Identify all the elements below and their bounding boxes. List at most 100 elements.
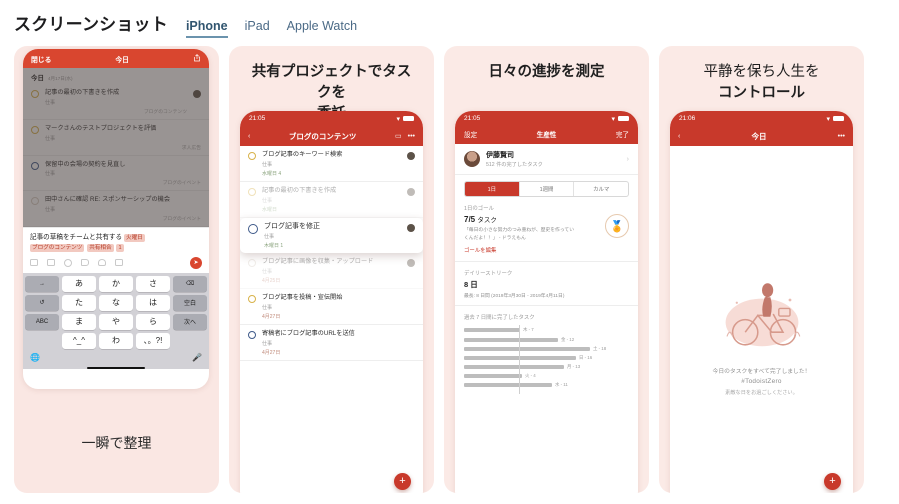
day-header-main: 今日 — [31, 75, 44, 82]
chart-bar-row: 土 - 18 — [464, 346, 629, 352]
task-title: 記事の最初の下書きを作成 — [262, 186, 337, 194]
add-task-button[interactable]: + — [824, 473, 841, 490]
card3-caption-line1: 日々の進捗を測定 — [488, 64, 605, 80]
phone3-navbar: 設定 生産性 完了 — [455, 126, 638, 144]
chip-priority[interactable]: 1 — [116, 243, 124, 253]
comment-icon[interactable]: ▭ — [395, 132, 402, 140]
daily-goal-row: 7/5 タスク 「毎日の小さな努力のつみ重ねが、歴史を作っていくんだよ！！」 -… — [455, 212, 638, 242]
calendar-icon[interactable] — [30, 259, 38, 267]
chip-project[interactable]: ブログのコンテンツ — [30, 243, 85, 253]
period-segmented-control[interactable]: 1日 1週間 カルマ — [464, 181, 629, 197]
avatar — [407, 152, 415, 160]
key-undo[interactable]: ↺ — [25, 294, 59, 311]
navbar-title: 生産性 — [536, 132, 557, 139]
composer-text: 記事の草稿をチームと共有する — [30, 234, 123, 241]
key-abc[interactable]: ABC — [25, 313, 59, 330]
key-na[interactable]: な — [99, 294, 133, 311]
mic-icon[interactable]: 🎤 — [192, 353, 202, 362]
share-icon[interactable] — [193, 53, 201, 64]
settings-button[interactable]: 設定 — [464, 129, 477, 139]
chart-bar — [464, 346, 590, 351]
key-sa[interactable]: さ — [136, 275, 170, 292]
table-row[interactable]: ブログ記事を投稿・宣伝開始 仕事 4月27日 — [240, 289, 423, 325]
screenshot-card-4[interactable]: 平静を保ち人生を コントロール 21:06 ▾ ‹ 今日 ••• 今日のタスクを… — [659, 46, 864, 493]
quick-add-composer[interactable]: 記事の草稿をチームと共有する 火曜日 ブログのコンテンツ 共有相合 1 ➤ — [23, 227, 209, 273]
key-ya[interactable]: や — [99, 313, 133, 330]
key-ra[interactable]: ら — [136, 313, 170, 330]
send-icon[interactable]: ➤ — [190, 256, 202, 269]
key-ha[interactable]: は — [136, 294, 170, 311]
key-emoji[interactable]: ^_^ — [62, 332, 96, 349]
segment-karma[interactable]: カルマ — [574, 182, 628, 196]
chip-assignee[interactable]: 共有相合 — [87, 243, 114, 253]
checkbox-circle-icon[interactable] — [31, 90, 39, 98]
edit-goal-link[interactable]: ゴールを編集 — [455, 242, 638, 263]
checkbox-circle-icon[interactable] — [248, 152, 256, 160]
table-row[interactable]: 記事の最初の下書きを作成 仕事 水曜日 — [240, 182, 423, 218]
streak-longest: 最長: 8 日間 (2019年3月30日 - 2019年4月11日) — [455, 290, 638, 307]
checkbox-circle-icon[interactable] — [248, 187, 256, 196]
more-icon[interactable]: ••• — [838, 133, 845, 140]
key-ma[interactable]: ま — [62, 313, 96, 330]
back-icon[interactable]: ‹ — [678, 133, 680, 140]
status-bar: 21:05 ▾ — [240, 111, 423, 126]
key-wa[interactable]: わ — [99, 332, 133, 349]
done-button[interactable]: 完了 — [616, 129, 629, 139]
key-ta[interactable]: た — [62, 294, 96, 311]
table-row[interactable]: 保留中の会場の契約を見直し 仕事 ブログのイベント — [23, 156, 209, 192]
checkbox-circle-icon[interactable] — [31, 161, 39, 170]
globe-icon[interactable]: 🌐 — [30, 353, 40, 362]
key-punct[interactable]: 、。?! — [136, 332, 170, 349]
wifi-icon: ▾ — [396, 115, 400, 123]
back-icon[interactable]: ‹ — [248, 133, 250, 140]
table-row[interactable]: ブログ記事のキーワード検索 仕事 水曜日 4 — [240, 146, 423, 182]
screenshot-card-1[interactable]: 閉じる 今日 今日 4月17日(水) 記事の最初の下書きを作成 仕事 ブログのコ… — [14, 46, 219, 493]
task-title: ブログ記事を投稿・宣伝開始 — [262, 294, 343, 301]
daily-goal-label: 1日のゴール — [464, 206, 494, 212]
table-row[interactable]: マークさんのテストプロジェクトを評価 仕事 求人広告 — [23, 120, 209, 156]
tab-iphone[interactable]: iPhone — [185, 19, 228, 38]
chip-due-date[interactable]: 火曜日 — [123, 234, 145, 243]
checkbox-circle-icon[interactable] — [248, 223, 258, 234]
screenshot-card-3[interactable]: 日々の進捗を測定 21:05 ▾ 設定 生産性 完了 伊藤賢司 512 件の完了… — [444, 46, 649, 493]
japanese-keyboard[interactable]: → あ か さ ⌫ ↺ た な は 空白 ABC ま や ら 次へ ^_^ わ … — [23, 272, 209, 369]
close-button[interactable]: 閉じる — [31, 54, 51, 64]
table-row[interactable]: ブログ記事に画像を収集・アップロード 仕事 4月25日 — [240, 253, 423, 289]
table-row[interactable]: 記事の最初の下書きを作成 仕事 ブログのコンテンツ — [23, 84, 209, 120]
table-row[interactable]: ブログ記事を修正 仕事 木曜日 1 — [240, 217, 423, 254]
add-task-button[interactable]: + — [394, 473, 411, 490]
flag-icon[interactable] — [81, 259, 89, 267]
chevron-right-icon: › — [626, 155, 629, 163]
tab-ipad[interactable]: iPad — [245, 19, 270, 36]
chart-bar-row: 日 - 16 — [464, 355, 629, 361]
checkbox-circle-icon[interactable] — [31, 125, 39, 134]
key-next[interactable]: 次へ — [173, 313, 207, 330]
user-profile-row[interactable]: 伊藤賢司 512 件の完了したタスク › — [455, 144, 638, 175]
avatar — [407, 259, 415, 268]
segment-week[interactable]: 1週間 — [520, 182, 575, 196]
task-title: 寄稿者にブログ記事のURLを送信 — [262, 329, 355, 337]
key-a[interactable]: あ — [62, 275, 96, 292]
task-project: 仕事 — [45, 171, 56, 178]
empty-state-hashtag: #TodoistZero — [741, 377, 782, 385]
phone-mockup-1: 閉じる 今日 今日 4月17日(水) 記事の最初の下書きを作成 仕事 ブログのコ… — [23, 49, 209, 389]
key-ka[interactable]: か — [99, 275, 133, 292]
segment-day[interactable]: 1日 — [465, 182, 520, 196]
checkbox-circle-icon[interactable] — [248, 295, 256, 303]
person-icon[interactable] — [98, 259, 106, 267]
more-icon[interactable]: ••• — [408, 133, 415, 140]
label-icon[interactable] — [64, 258, 72, 267]
checkbox-circle-icon[interactable] — [31, 197, 39, 206]
tab-apple-watch[interactable]: Apple Watch — [287, 19, 357, 36]
comment-icon[interactable] — [115, 259, 123, 267]
table-row[interactable]: 寄稿者にブログ記事のURLを送信 仕事 4月27日 — [240, 325, 423, 361]
key-space[interactable]: 空白 — [173, 294, 207, 311]
task-meta: ブログのイベント — [162, 181, 201, 187]
key-arrow[interactable]: → — [25, 275, 59, 292]
inbox-icon[interactable] — [47, 259, 55, 267]
key-backspace[interactable]: ⌫ — [173, 275, 207, 292]
checkbox-circle-icon[interactable] — [248, 330, 256, 339]
checkbox-circle-icon[interactable] — [248, 259, 256, 268]
screenshot-card-2[interactable]: 共有プロジェクトでタスクを 委託 21:05 ▾ ‹ ブログのコンテンツ ▭ •… — [229, 46, 434, 493]
table-row[interactable]: 田中さんに確認 RE: スポンサーシップの機会 仕事 ブログのイベント — [23, 191, 209, 227]
